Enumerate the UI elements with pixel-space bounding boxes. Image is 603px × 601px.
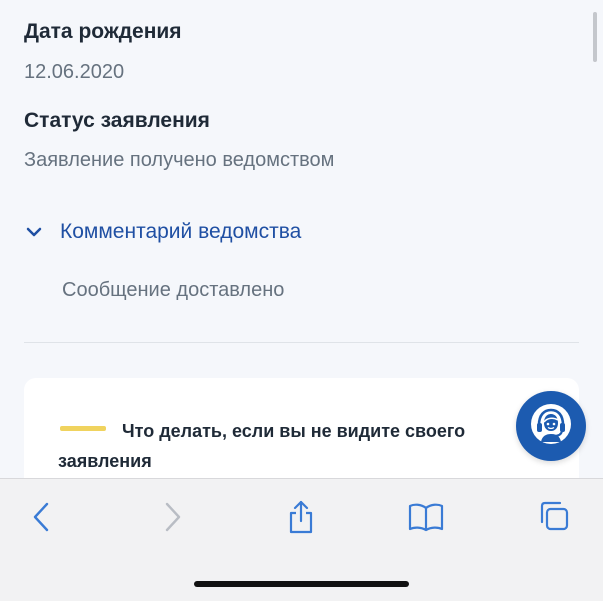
operator-headset-icon [528, 401, 574, 452]
help-card[interactable]: Что делать, если вы не видите своего зая… [24, 378, 579, 480]
bookmarks-button[interactable] [406, 499, 446, 539]
birth-date-label: Дата рождения [24, 20, 182, 43]
help-card-text: Что делать, если вы не видите своего зая… [58, 421, 466, 471]
tabs-button[interactable] [534, 499, 574, 539]
share-icon [286, 499, 316, 540]
support-button[interactable] [516, 391, 586, 461]
forward-arrow-icon [160, 501, 184, 538]
bookmarks-icon [406, 501, 446, 538]
chevron-down-icon [24, 222, 44, 242]
status-value: Заявление получено ведомством [24, 149, 335, 171]
status-label: Статус заявления [24, 109, 210, 132]
forward-button[interactable] [152, 499, 192, 539]
back-arrow-icon [30, 501, 54, 538]
comment-title: Комментарий ведомства [60, 220, 302, 243]
scrollbar[interactable] [593, 12, 597, 62]
comment-text: Сообщение доставлено [62, 279, 285, 301]
birth-date-value: 12.06.2020 [24, 61, 125, 83]
back-button[interactable] [22, 499, 62, 539]
comment-toggle[interactable]: Комментарий ведомства [24, 218, 301, 246]
browser-toolbar [0, 478, 603, 601]
share-button[interactable] [281, 499, 321, 539]
home-indicator[interactable] [194, 581, 409, 587]
tabs-icon [536, 500, 572, 539]
divider [24, 342, 579, 343]
application-details: Дата рождения 12.06.2020 Статус заявлени… [0, 0, 603, 480]
